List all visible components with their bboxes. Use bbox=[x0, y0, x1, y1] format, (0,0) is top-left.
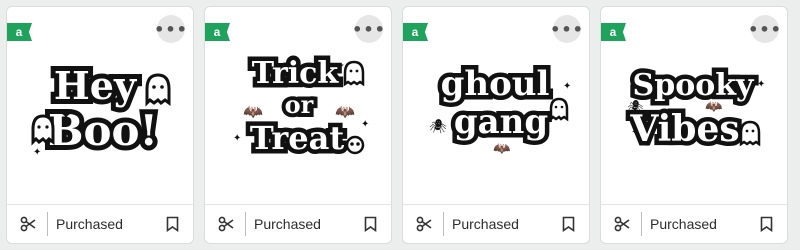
ghost-icon bbox=[31, 114, 55, 146]
sparkle-icon: ✦ bbox=[563, 81, 571, 92]
sparkle-icon: ✦ bbox=[33, 147, 41, 158]
ghost-icon bbox=[549, 97, 569, 123]
sparkle-icon: ✦ bbox=[757, 79, 765, 90]
design-card[interactable]: a ••• Trick or Treat 🦇 🦇 ✦ ✦ Purchased bbox=[204, 6, 392, 244]
art-line: gang bbox=[454, 102, 548, 142]
design-image[interactable]: ghoul gang 🕷 🦇 ✦ bbox=[403, 37, 589, 187]
purchased-status: Purchased bbox=[56, 216, 123, 232]
art-line: Trick bbox=[252, 56, 340, 91]
bookmark-icon[interactable] bbox=[361, 216, 379, 232]
card-footer: Purchased bbox=[601, 204, 787, 243]
bat-icon: 🦇 bbox=[243, 104, 263, 121]
design-card[interactable]: a ••• ghoul gang 🕷 🦇 ✦ Purchased bbox=[402, 6, 590, 244]
bookmark-icon[interactable] bbox=[757, 216, 775, 232]
scissors-icon[interactable] bbox=[609, 216, 635, 232]
bookmark-icon[interactable] bbox=[559, 216, 577, 232]
sparkle-icon: ✦ bbox=[631, 127, 639, 138]
sparkle-icon: ✦ bbox=[61, 108, 71, 122]
art-line: Vibes bbox=[629, 108, 739, 150]
art-line: Treat bbox=[250, 119, 344, 157]
art-line: Hey bbox=[54, 63, 137, 108]
purchased-status: Purchased bbox=[254, 216, 321, 232]
design-image[interactable]: Spooky Vibes 🕷 🦇 ✦ ✦ bbox=[601, 37, 787, 187]
card-footer: Purchased bbox=[205, 204, 391, 243]
more-options-icon: ••• bbox=[352, 19, 386, 39]
bat-icon: 🦇 bbox=[335, 104, 355, 121]
design-card[interactable]: a ••• Hey Boo! ✦ ✦ Purchased bbox=[6, 6, 194, 244]
skull-icon bbox=[345, 135, 365, 155]
art-line: or bbox=[285, 90, 314, 119]
design-card[interactable]: a ••• Spooky Vibes 🕷 🦇 ✦ ✦ Purchased bbox=[600, 6, 788, 244]
scissors-icon[interactable] bbox=[213, 216, 239, 232]
footer-divider bbox=[641, 212, 642, 236]
scissors-icon[interactable] bbox=[15, 216, 41, 232]
scissors-icon[interactable] bbox=[411, 216, 437, 232]
ghost-icon bbox=[343, 60, 365, 87]
design-grid: a ••• Hey Boo! ✦ ✦ Purchased a ••• Trick… bbox=[6, 6, 788, 244]
more-options-icon: ••• bbox=[550, 19, 584, 39]
sparkle-icon: ✦ bbox=[361, 119, 369, 130]
art-line: Spooky bbox=[633, 68, 755, 103]
art-line: ghoul bbox=[441, 64, 550, 104]
bat-icon: 🦇 bbox=[493, 140, 511, 156]
design-image[interactable]: Trick or Treat 🦇 🦇 ✦ ✦ bbox=[205, 37, 391, 187]
purchased-status: Purchased bbox=[650, 216, 717, 232]
purchased-status: Purchased bbox=[452, 216, 519, 232]
sparkle-icon: ✦ bbox=[233, 133, 241, 144]
ghost-icon bbox=[145, 73, 171, 107]
ghost-icon bbox=[739, 120, 761, 147]
bat-icon: 🦇 bbox=[705, 98, 723, 114]
more-options-icon: ••• bbox=[748, 19, 782, 39]
card-footer: Purchased bbox=[403, 204, 589, 243]
footer-divider bbox=[443, 212, 444, 236]
footer-divider bbox=[47, 212, 48, 236]
spider-icon: 🕷 bbox=[627, 99, 644, 114]
design-image[interactable]: Hey Boo! ✦ ✦ bbox=[7, 37, 193, 187]
bookmark-icon[interactable] bbox=[163, 216, 181, 232]
spider-icon: 🕷 bbox=[429, 118, 447, 134]
card-footer: Purchased bbox=[7, 204, 193, 243]
footer-divider bbox=[245, 212, 246, 236]
more-options-icon: ••• bbox=[154, 19, 188, 39]
